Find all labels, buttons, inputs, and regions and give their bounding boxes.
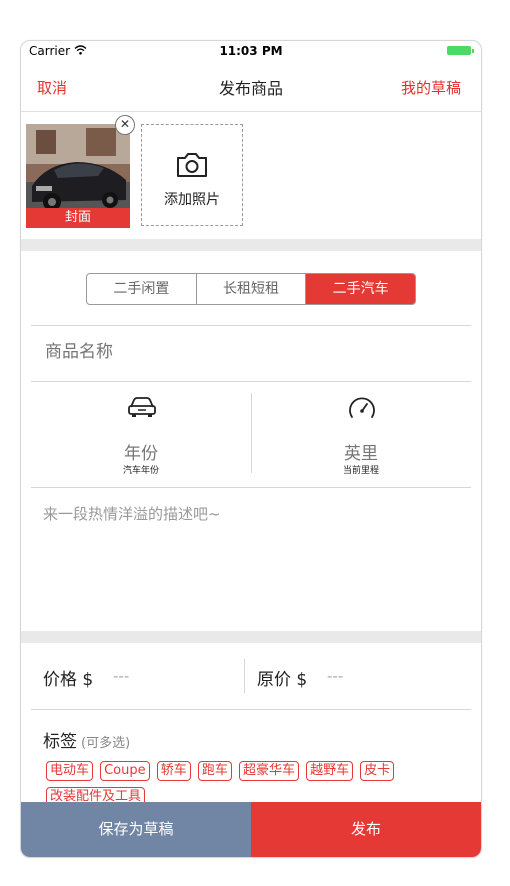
tag-item[interactable]: 超豪华车 [238, 761, 299, 781]
tag-item[interactable]: Coupe [100, 761, 150, 781]
close-icon: ✕ [119, 117, 131, 131]
mileage-caption: 当前里程 [342, 466, 379, 476]
tags-title: 标签 (可多选) [43, 732, 131, 752]
divider [31, 325, 471, 326]
price-label: 价格 $ [43, 670, 94, 690]
year-selector[interactable]: 年份 汽车年份 [31, 383, 251, 487]
original-price-label: 原价 $ [257, 670, 308, 690]
mileage-selector[interactable]: 英里 当前里程 [251, 383, 471, 487]
camera-icon [175, 151, 209, 183]
description-input[interactable]: 来一段热情洋溢的描述吧~ [43, 503, 221, 524]
status-time: 11:03 PM [219, 44, 283, 58]
price-input[interactable]: --- [113, 667, 129, 685]
price-row: 价格 $ --- 原价 $ --- [21, 645, 481, 707]
publish-button[interactable]: 发布 [251, 802, 481, 857]
original-price-input[interactable]: --- [327, 667, 343, 685]
status-bar: Carrier 11:03 PM [21, 41, 481, 61]
car-icon [127, 395, 157, 423]
remove-photo-button[interactable]: ✕ [115, 115, 135, 135]
cover-label: 封面 [26, 208, 130, 228]
save-draft-button[interactable]: 保存为草稿 [21, 802, 251, 857]
tag-item[interactable]: 越野车 [306, 761, 354, 781]
my-drafts-button[interactable]: 我的草稿 [401, 77, 461, 98]
divider [31, 487, 471, 488]
car-specs: 年份 汽车年份 英里 当前里程 [31, 383, 471, 487]
mileage-value: 英里 [344, 444, 378, 464]
segment-rental[interactable]: 长租短租 [197, 274, 307, 304]
tag-item[interactable]: 电动车 [46, 761, 94, 781]
divider [244, 659, 245, 693]
navigation-bar: 取消 发布商品 我的草稿 [21, 61, 481, 112]
section-separator [21, 239, 481, 251]
segment-second-hand[interactable]: 二手闲置 [87, 274, 197, 304]
product-name-input[interactable] [43, 341, 268, 363]
section-separator [21, 631, 481, 643]
divider [31, 381, 471, 382]
tag-item[interactable]: 皮卡 [360, 761, 395, 781]
phone-screen: Carrier 11:03 PM 取消 发布商品 我的草稿 封面 ✕ 添加照片 … [20, 40, 482, 858]
segment-used-car[interactable]: 二手汽车 [306, 274, 415, 304]
add-photo-button[interactable]: 添加照片 [141, 124, 243, 226]
speedometer-icon [347, 395, 377, 425]
tags-hint: (可多选) [81, 736, 131, 751]
cover-photo[interactable]: 封面 [26, 124, 130, 228]
add-photo-label: 添加照片 [164, 192, 220, 208]
tag-item[interactable]: 轿车 [156, 761, 191, 781]
photo-section: 封面 ✕ 添加照片 [21, 113, 481, 239]
battery-icon [447, 46, 474, 55]
year-value: 年份 [124, 444, 158, 464]
bottom-action-bar: 保存为草稿 发布 [21, 802, 481, 857]
year-caption: 汽车年份 [122, 466, 159, 476]
category-segmented-control: 二手闲置 长租短租 二手汽车 [86, 273, 416, 305]
divider [31, 709, 471, 710]
tag-item[interactable]: 跑车 [197, 761, 232, 781]
